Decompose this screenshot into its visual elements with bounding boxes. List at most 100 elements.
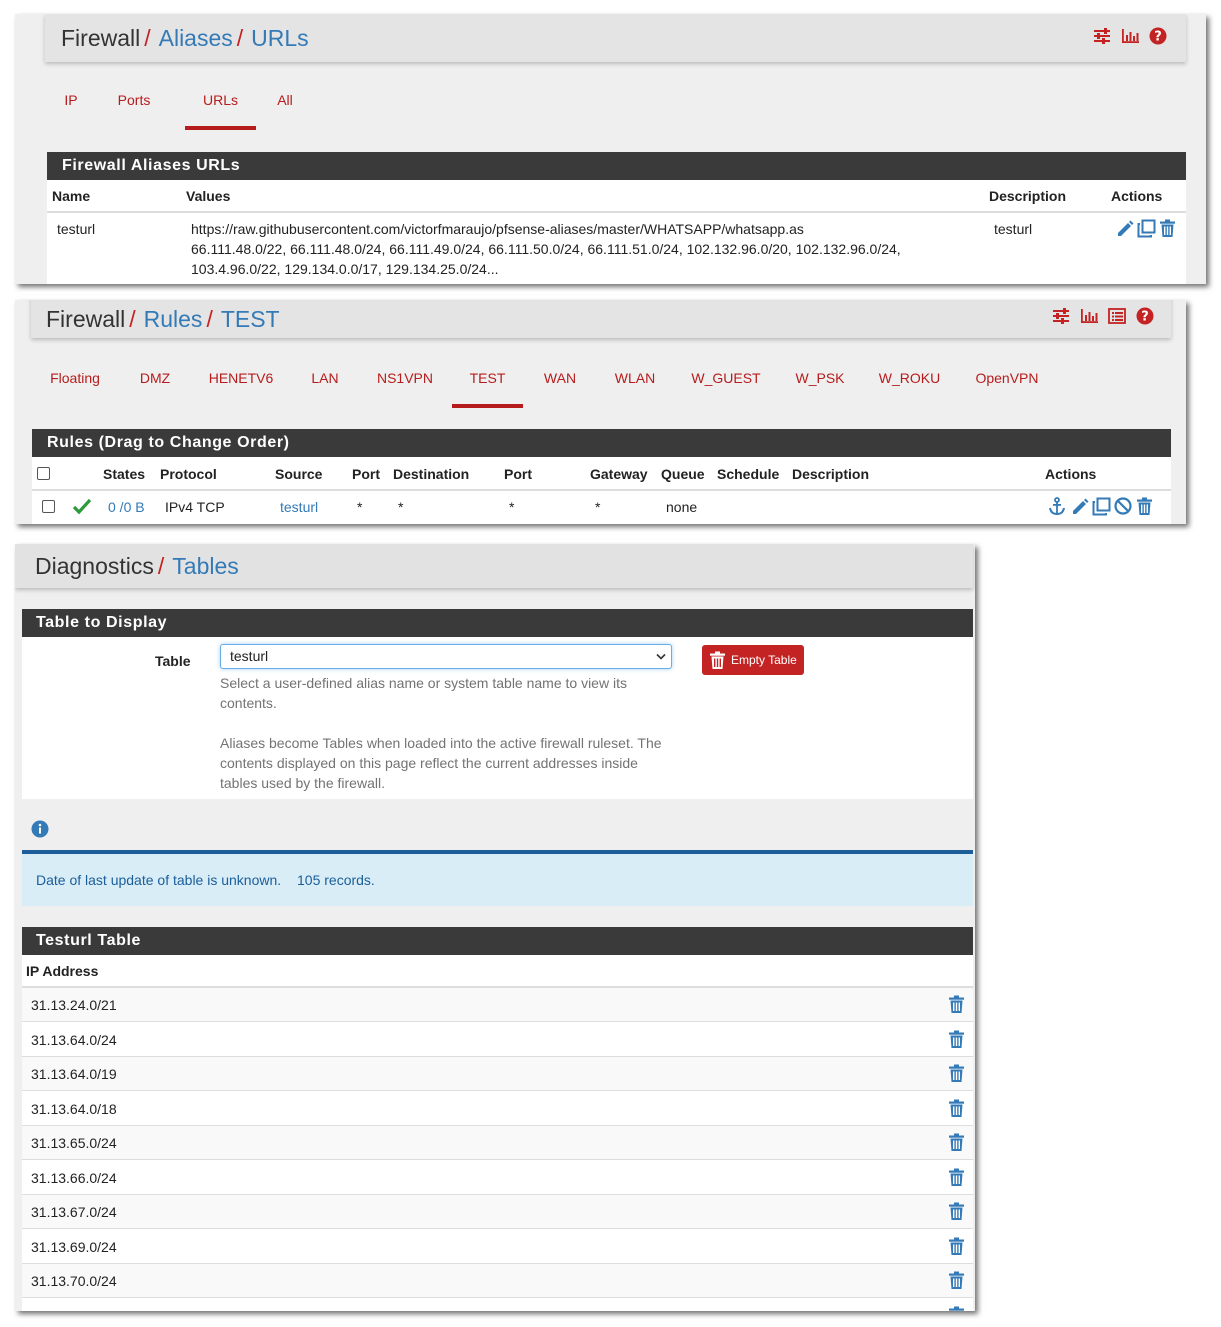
breadcrumb-aliases[interactable]: Aliases [159, 25, 233, 52]
tab-lan[interactable]: LAN [283, 356, 367, 408]
alias-description: testurl [994, 221, 1033, 237]
rule-source[interactable]: testurl [280, 499, 318, 515]
table-label: Table [155, 653, 191, 669]
table-row: 31.13.70.0/24 [22, 1264, 973, 1298]
rule-states[interactable]: 0 /0 B [108, 499, 145, 515]
col-description[interactable]: Description [792, 466, 869, 482]
col-description[interactable]: Description [989, 188, 1066, 204]
tab-all[interactable]: All [256, 78, 314, 130]
ban-icon[interactable] [1114, 497, 1133, 516]
table-select-panel: Table testurl Empty Table Select a user-… [22, 637, 973, 799]
sliders-icon[interactable] [1093, 27, 1112, 46]
table-row: 31.13.64.0/24 [22, 1023, 973, 1057]
select-all-checkbox[interactable] [37, 467, 50, 480]
trash-icon[interactable] [948, 1237, 965, 1256]
tab-wlan[interactable]: WLAN [597, 356, 673, 408]
tab-wan[interactable]: WAN [523, 356, 597, 408]
tab-urls[interactable]: URLs [185, 78, 256, 130]
col-protocol[interactable]: Protocol [160, 466, 217, 482]
empty-table-button[interactable]: Empty Table [702, 645, 804, 675]
copy-icon[interactable] [1137, 219, 1156, 238]
tab-dmz[interactable]: DMZ [111, 356, 199, 408]
ip-address: 31.13.64.0/19 [31, 1066, 117, 1082]
ip-address: 31.13.64.0/18 [31, 1100, 117, 1117]
tab-floating[interactable]: Floating [39, 356, 111, 408]
breadcrumb-diagnostics[interactable]: Diagnostics [35, 553, 154, 580]
copy-icon[interactable] [1092, 497, 1111, 516]
info-text: Date of last update of table is unknown. [36, 872, 282, 888]
breadcrumb-separator: / [206, 305, 213, 332]
interface-tabs: Floating DMZ HENETV6 LAN NS1VPN TEST WAN… [39, 356, 1056, 408]
chevron-down-icon [656, 653, 666, 660]
tab-ports[interactable]: Ports [91, 78, 177, 130]
rules-screenshot: Firewall / Rules / TEST Floating DMZ HEN… [15, 300, 1186, 524]
rule-gateway: * [595, 499, 601, 515]
table-row: 31.13.67.0/24 [22, 1195, 973, 1229]
table-select-value: testurl [230, 648, 269, 664]
col-actions: Actions [1045, 466, 1097, 482]
tab-ip[interactable]: IP [51, 78, 91, 130]
col-name[interactable]: Name [52, 188, 90, 204]
pencil-icon[interactable] [1115, 219, 1134, 238]
trash-icon[interactable] [948, 1030, 965, 1049]
ip-address: 31.13.64.0/24 [31, 1031, 117, 1048]
rule-destination: * [398, 499, 404, 515]
breadcrumb-firewall[interactable]: Firewall [61, 25, 140, 52]
col-source[interactable]: Source [275, 466, 322, 482]
help-line: Select a user-defined alias name or syst… [220, 675, 627, 691]
col-ip-address[interactable]: IP Address [26, 963, 98, 979]
tab-w-roku[interactable]: W_ROKU [861, 356, 958, 408]
trash-icon[interactable] [948, 1306, 965, 1312]
pencil-icon[interactable] [1070, 497, 1089, 516]
table-row: 31.13.71.0/24 [22, 1299, 973, 1312]
breadcrumb-tables[interactable]: Tables [172, 553, 238, 580]
col-port[interactable]: Port [352, 466, 380, 482]
col-states[interactable]: States [103, 466, 145, 482]
bar-chart-icon[interactable] [1080, 307, 1099, 326]
trash-icon[interactable] [948, 1168, 965, 1187]
tab-henetv6[interactable]: HENETV6 [199, 356, 283, 408]
tab-w-psk[interactable]: W_PSK [779, 356, 861, 408]
list-icon[interactable] [1108, 307, 1127, 326]
col-port[interactable]: Port [504, 466, 532, 482]
col-queue[interactable]: Queue [661, 466, 705, 482]
trash-icon[interactable] [948, 1099, 965, 1118]
info-icon[interactable] [31, 820, 50, 839]
alias-values-list: 103.4.96.0/22, 129.134.0.0/17, 129.134.2… [191, 261, 499, 277]
help-icon[interactable] [1149, 27, 1168, 46]
panel-title: Firewall Aliases URLs [47, 152, 1186, 180]
bar-chart-icon[interactable] [1121, 27, 1140, 46]
ip-address: 31.13.24.0/21 [31, 997, 117, 1013]
sliders-icon[interactable] [1052, 307, 1071, 326]
rule-port: * [357, 499, 363, 515]
tab-ns1vpn[interactable]: NS1VPN [367, 356, 443, 408]
help-icon[interactable] [1136, 307, 1155, 326]
trash-icon[interactable] [948, 995, 965, 1014]
rule-checkbox[interactable] [42, 500, 55, 513]
col-gateway[interactable]: Gateway [590, 466, 648, 482]
table-row: 31.13.66.0/24 [22, 1161, 973, 1195]
breadcrumb: Firewall / Rules / TEST [31, 300, 1171, 338]
tab-openvpn[interactable]: OpenVPN [958, 356, 1056, 408]
aliases-table: Name Values Description Actions testurl … [47, 180, 1186, 284]
breadcrumb-urls[interactable]: URLs [251, 25, 309, 52]
trash-icon[interactable] [948, 1133, 965, 1152]
table-row: 31.13.69.0/24 [22, 1230, 973, 1264]
col-schedule[interactable]: Schedule [717, 466, 779, 482]
breadcrumb-firewall[interactable]: Firewall [46, 306, 125, 333]
col-destination[interactable]: Destination [393, 466, 469, 482]
breadcrumb-rules[interactable]: Rules [144, 306, 203, 333]
tab-test[interactable]: TEST [452, 356, 523, 408]
trash-icon[interactable] [948, 1064, 965, 1083]
breadcrumb-test[interactable]: TEST [221, 306, 280, 333]
anchor-icon[interactable] [1048, 497, 1067, 516]
col-values[interactable]: Values [186, 188, 230, 204]
panel-title: Rules (Drag to Change Order) [32, 429, 1171, 457]
trash-icon[interactable] [948, 1202, 965, 1221]
table-select[interactable]: testurl [220, 644, 672, 669]
tab-w-guest[interactable]: W_GUEST [673, 356, 779, 408]
trash-icon[interactable] [1136, 497, 1155, 516]
help-text: Select a user-defined alias name or syst… [220, 673, 662, 793]
trash-icon[interactable] [948, 1271, 965, 1290]
trash-icon[interactable] [1159, 219, 1178, 238]
